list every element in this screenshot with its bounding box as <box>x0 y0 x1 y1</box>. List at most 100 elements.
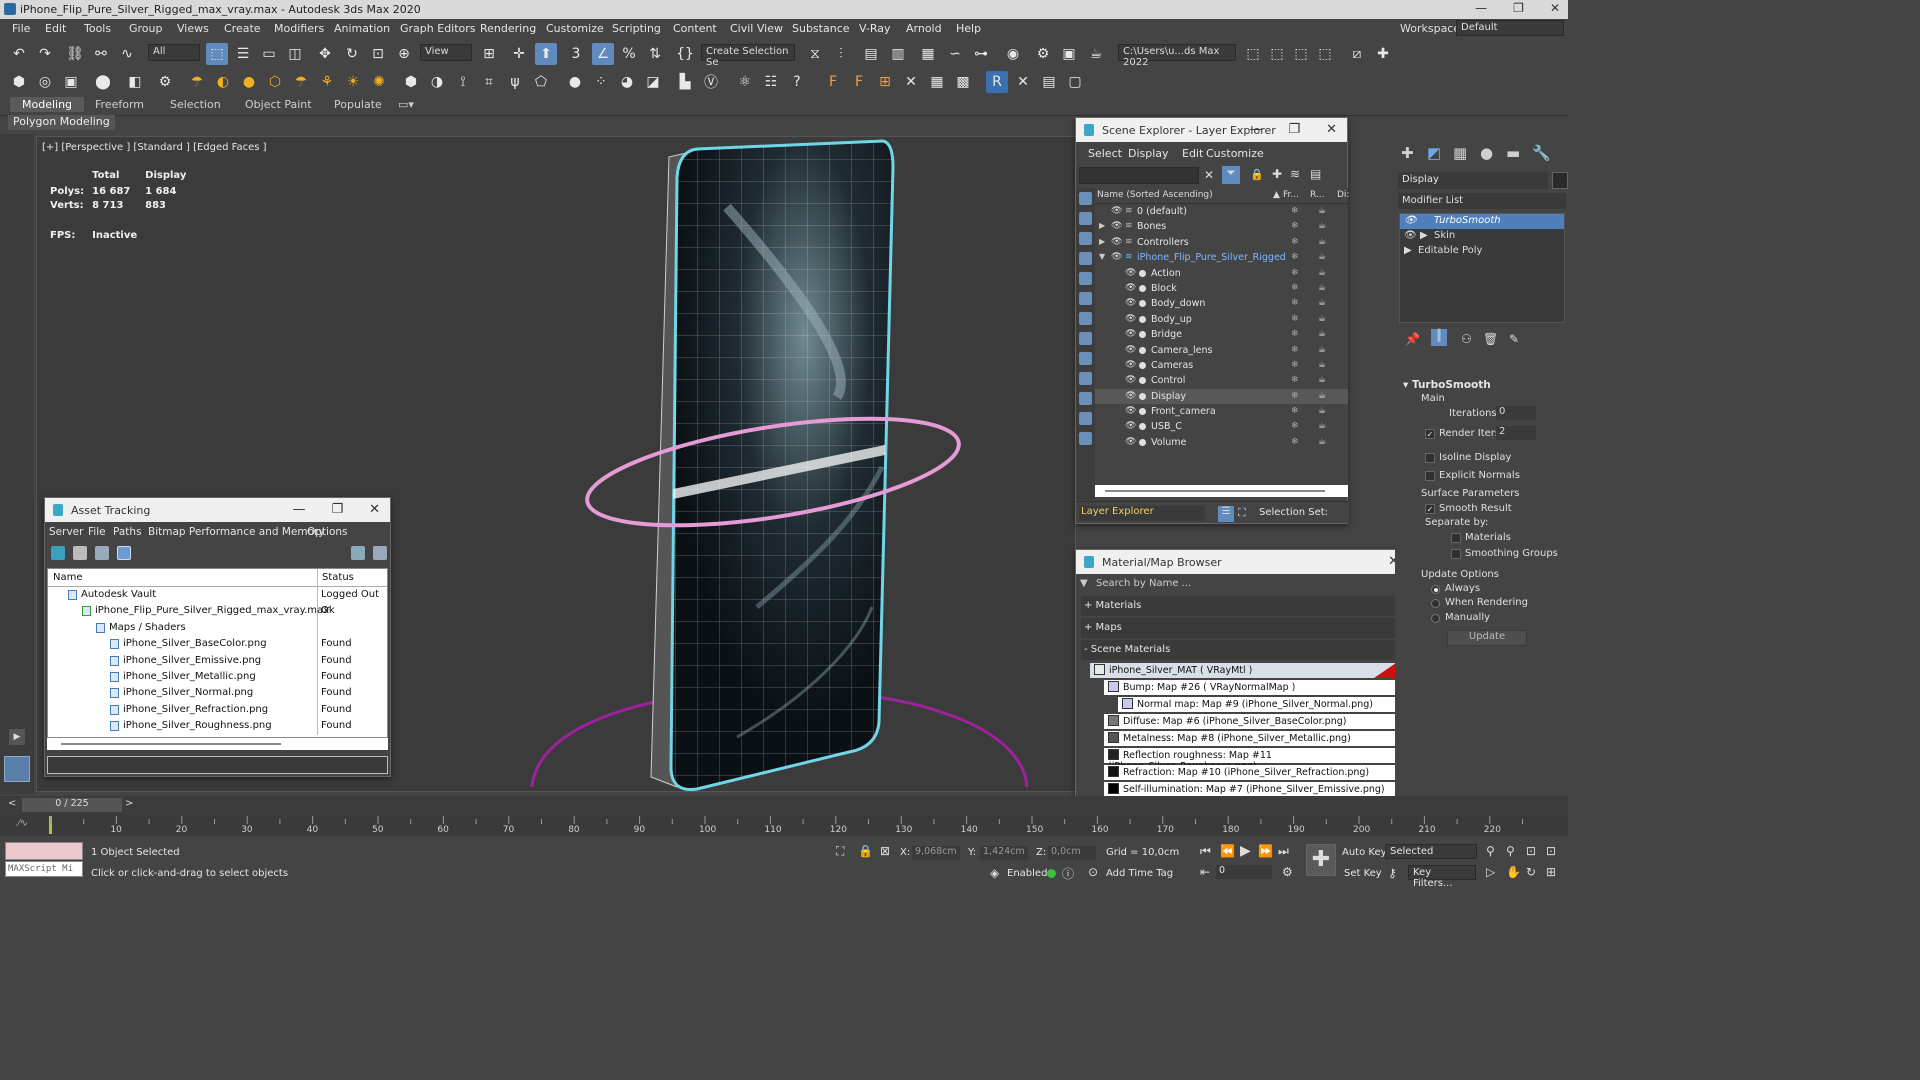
percent-snap-icon[interactable]: % <box>618 43 640 65</box>
eye-icon[interactable]: 👁 <box>1404 215 1417 226</box>
y-coordinate[interactable]: 1,424cm <box>980 846 1028 860</box>
add-time-tag[interactable]: Add Time Tag <box>1106 868 1173 879</box>
layer-row[interactable]: 👁 Display ❄ ☕ <box>1095 388 1348 405</box>
at-col-name[interactable]: Name <box>53 572 83 583</box>
material-pick-icon[interactable]: ◕ <box>616 71 638 93</box>
bug-icon[interactable]: ⚛ <box>734 71 756 93</box>
list-icon[interactable]: ☷ <box>760 71 782 93</box>
prev-frame-icon[interactable]: < <box>8 798 16 809</box>
menu-help[interactable]: Help <box>956 22 981 35</box>
select-by-name-icon[interactable]: ☰ <box>232 43 254 65</box>
layer-row[interactable]: ▶ 👁 ≋ Bones ❄ ☕ <box>1095 219 1348 234</box>
visibility-eye-icon[interactable]: 👁 <box>1125 437 1136 447</box>
renderable-icon[interactable]: ☕ <box>1318 360 1326 370</box>
freeze-icon[interactable]: ❄ <box>1291 406 1299 416</box>
renderable-icon[interactable]: ☕ <box>1318 268 1326 278</box>
material-tree-item[interactable]: Reflection roughness: Map #11 (iPhone_Si… <box>1076 747 1409 772</box>
explicit-normals-checkbox[interactable] <box>1425 471 1435 481</box>
bind-spacewarp-icon[interactable]: ∿ <box>116 43 138 65</box>
time-slider[interactable]: < 0 / 225 > <box>0 796 1568 814</box>
smooth-result-checkbox[interactable]: ✓ <box>1425 504 1435 514</box>
visibility-eye-icon[interactable]: 👁 <box>1125 360 1136 370</box>
manually-radio[interactable] <box>1431 614 1440 623</box>
auto-key-button[interactable]: Auto Key <box>1342 847 1387 858</box>
mirror-icon[interactable]: ⧖ <box>804 43 826 65</box>
renderable-icon[interactable]: ☕ <box>1318 206 1326 216</box>
se-menu-customize[interactable]: Customize <box>1206 147 1264 160</box>
smoothing-groups-checkbox[interactable] <box>1451 549 1461 559</box>
menu-rendering[interactable]: Rendering <box>480 22 536 35</box>
renderable-icon[interactable]: ☕ <box>1318 283 1326 293</box>
maxscript-listener-field[interactable] <box>5 842 83 860</box>
light-icon-5[interactable]: ☂ <box>290 71 312 93</box>
material-tree-item[interactable]: Diffuse: Map #6 (iPhone_Silver_BaseColor… <box>1076 713 1409 730</box>
chevron-down-icon[interactable]: ▼ <box>1080 578 1088 589</box>
time-config-icon[interactable]: ⚙ <box>1282 865 1293 879</box>
goto-end-icon[interactable]: ⏭ <box>1278 844 1289 859</box>
layer-row[interactable]: 👁 USB_C ❄ ☕ <box>1095 419 1348 434</box>
asset-row[interactable]: iPhone_Silver_Refraction.png Found <box>48 702 387 718</box>
at-menu-file[interactable]: File <box>88 526 106 538</box>
remove-modifier-icon[interactable]: 🗑 <box>1483 332 1498 346</box>
chevron-down-icon[interactable]: ▼ <box>1099 252 1105 261</box>
pivot-icon[interactable]: ⊞ <box>478 43 500 65</box>
curve-editor-icon[interactable]: ∽ <box>944 43 966 65</box>
add-to-layer-icon[interactable]: ≋ <box>1290 167 1300 181</box>
se-minimize-button[interactable]: — <box>1249 122 1262 137</box>
chevron-right-icon[interactable]: ▶ <box>1099 237 1105 246</box>
stack-skin[interactable]: 👁 ▶ Skin <box>1400 229 1564 244</box>
freeze-icon[interactable]: ❄ <box>1291 375 1299 385</box>
light-icon-6[interactable]: ⚘ <box>316 71 338 93</box>
layer-row[interactable]: 👁 Bridge ❄ ☕ <box>1095 327 1348 342</box>
scene-explorer-titlebar[interactable]: Scene Explorer - Layer Explorer — ❐ ✕ <box>1076 118 1347 142</box>
freeze-icon[interactable]: ❄ <box>1291 360 1299 370</box>
info-icon[interactable]: ⓘ <box>1062 865 1074 882</box>
torus-icon[interactable]: ◎ <box>34 71 56 93</box>
cylinder-icon[interactable]: ⬤ <box>92 71 114 93</box>
layer-row[interactable]: 👁 Body_up ❄ ☕ <box>1095 312 1348 327</box>
object-color-swatch[interactable] <box>1552 172 1568 189</box>
vray-grass-icon[interactable]: ψ <box>504 71 526 93</box>
track-bar[interactable]: ⁄∿ 0102030405060708090100110120130140150… <box>0 814 1568 836</box>
chevron-right-icon[interactable]: ▶ <box>1420 230 1428 241</box>
visibility-eye-icon[interactable]: 👁 <box>1125 314 1136 324</box>
renderable-icon[interactable]: ☕ <box>1318 329 1326 339</box>
fov-icon[interactable]: ▷ <box>1486 865 1495 879</box>
zoom-all-icon[interactable]: ⚲ <box>1506 844 1515 858</box>
se-horizontal-scrollbar[interactable] <box>1095 485 1348 497</box>
zoom-icon[interactable]: ⚲ <box>1486 844 1495 858</box>
se-side-icon-1[interactable] <box>1079 192 1092 205</box>
vray-logo-icon[interactable]: Ⓥ <box>700 71 722 93</box>
teapot-icon[interactable]: ⬢ <box>8 71 30 93</box>
rendered-frame-icon[interactable]: ▣ <box>1058 43 1080 65</box>
freeze-icon[interactable]: ❄ <box>1291 314 1299 324</box>
material-tree-item[interactable]: Metalness: Map #8 (iPhone_Silver_Metalli… <box>1076 730 1409 747</box>
menu-substance[interactable]: Substance <box>792 22 850 35</box>
refresh-icon[interactable] <box>51 546 65 560</box>
se-side-icon-8[interactable] <box>1079 332 1092 345</box>
vray-fur-icon[interactable]: ⟟ <box>452 71 474 93</box>
explorer-type-dropdown[interactable]: Layer Explorer <box>1079 506 1205 521</box>
motion-tab-icon[interactable]: ● <box>1480 144 1493 162</box>
object-name-field[interactable]: Display <box>1398 172 1548 189</box>
project-folder-dropdown[interactable]: C:\Users\u...ds Max 2022 <box>1118 44 1236 68</box>
renderable-icon[interactable]: ☕ <box>1318 375 1326 385</box>
asset-row[interactable]: iPhone_Silver_Normal.png Found <box>48 685 387 701</box>
schematic-view-icon[interactable]: ⊶ <box>970 43 992 65</box>
asset-row[interactable]: iPhone_Silver_Metallic.png Found <box>48 669 387 685</box>
layer-row[interactable]: 👁 Camera_lens ❄ ☕ <box>1095 343 1348 358</box>
iterations-spinner[interactable]: 0 <box>1496 406 1536 420</box>
asset-path-field[interactable] <box>47 756 388 774</box>
layer-row[interactable]: ▶ 👁 ≋ Controllers ❄ ☕ <box>1095 235 1348 250</box>
render-iters-checkbox[interactable]: ✓ <box>1425 429 1435 439</box>
chevron-right-icon[interactable]: ▶ <box>1404 245 1412 256</box>
se-side-icon-9[interactable] <box>1079 352 1092 365</box>
se-side-icon-13[interactable] <box>1079 432 1092 445</box>
maximize-viewport-icon[interactable]: ⊞ <box>1546 865 1556 879</box>
prev-key-icon[interactable]: ⏪ <box>1220 844 1235 858</box>
tab-freeform[interactable]: Freeform <box>95 98 144 111</box>
selection-lock-icon[interactable]: 🔒 <box>858 844 873 858</box>
always-radio[interactable] <box>1431 585 1440 594</box>
material-tree-item[interactable]: iPhone_Silver_MAT ( VRayMtl ) <box>1076 662 1409 679</box>
window-crossing-icon[interactable]: ◫ <box>284 43 306 65</box>
